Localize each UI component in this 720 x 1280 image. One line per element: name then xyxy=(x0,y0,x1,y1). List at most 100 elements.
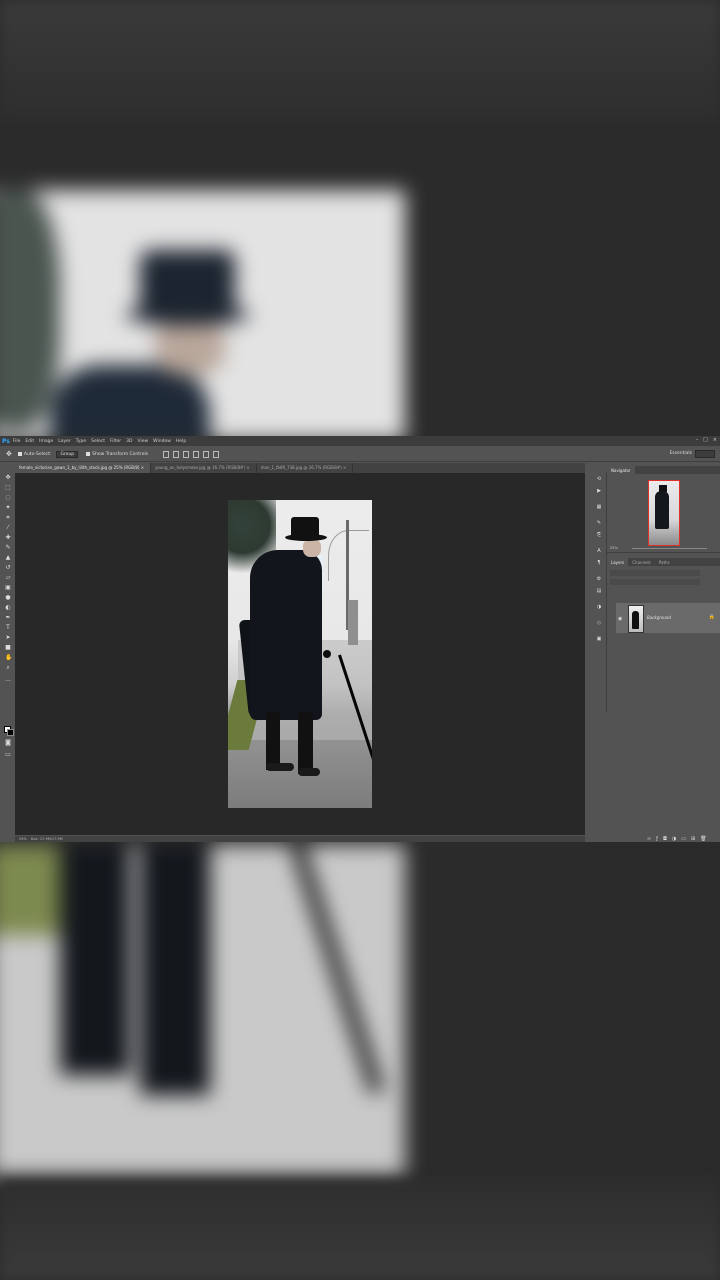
menu-3d[interactable]: 3D xyxy=(126,439,132,444)
navigator-panel: Navigator 25% xyxy=(607,466,720,553)
zoom-icon[interactable]: ⌕ xyxy=(5,665,11,671)
mask-icon[interactable]: ◘ xyxy=(663,836,667,842)
quick-mask-icon[interactable]: ◙ xyxy=(5,740,11,746)
align-middle-icon[interactable] xyxy=(173,450,180,458)
menu-layer[interactable]: Layer xyxy=(58,439,71,444)
photo-leg xyxy=(298,712,313,774)
layers-filter-controls[interactable] xyxy=(610,570,710,590)
layer-name[interactable]: Background xyxy=(647,615,671,620)
pen-icon[interactable]: ✒ xyxy=(5,615,11,621)
libraries-icon[interactable]: ▣ xyxy=(596,636,602,642)
adjustment-layer-icon[interactable]: ◑ xyxy=(672,836,676,842)
eraser-icon[interactable]: ▱ xyxy=(5,575,11,581)
navigator-zoom-slider[interactable] xyxy=(632,548,707,549)
healing-icon[interactable]: ✚ xyxy=(5,535,11,541)
photo-arm xyxy=(306,610,322,655)
document-image[interactable] xyxy=(228,500,372,808)
group-icon[interactable]: ▭ xyxy=(681,836,686,842)
close-button[interactable]: × xyxy=(713,437,717,443)
hand-icon[interactable]: ✋ xyxy=(5,655,12,661)
status-doc-info: Doc: 17.9M/17.9M xyxy=(30,837,63,841)
info-icon[interactable]: ▦ xyxy=(596,504,602,510)
dodge-icon[interactable]: ◐ xyxy=(5,605,11,611)
clone-source-icon[interactable]: ⎘ xyxy=(596,532,602,538)
fx-icon[interactable]: ƒ xyxy=(656,836,658,842)
blurred-photo-top xyxy=(0,190,405,440)
photo-monument xyxy=(348,600,358,645)
actions-icon[interactable]: ▶ xyxy=(596,488,602,494)
brush-presets-icon[interactable]: ✎ xyxy=(596,520,602,526)
shape-icon[interactable]: ■ xyxy=(5,645,11,651)
workspace-label[interactable]: Essentials xyxy=(669,451,692,456)
menu-view[interactable]: View xyxy=(137,439,148,444)
auto-select-dropdown[interactable]: Group xyxy=(56,450,79,458)
menu-edit[interactable]: Edit xyxy=(25,439,34,444)
options-bar: ✥ Auto-Select: Group Show Transform Cont… xyxy=(0,447,720,462)
menu-select[interactable]: Select xyxy=(91,439,105,444)
show-transform-checkbox[interactable] xyxy=(86,452,91,456)
canvas-area[interactable] xyxy=(15,473,585,835)
stamp-icon[interactable]: ▲ xyxy=(5,555,11,561)
photoshop-window: Ps File Edit Image Layer Type Select Fil… xyxy=(0,436,720,842)
background-color-swatch[interactable] xyxy=(7,729,14,736)
swatches-icon[interactable]: ▤ xyxy=(596,588,602,594)
align-right-icon[interactable] xyxy=(213,450,220,458)
type-icon[interactable]: T xyxy=(5,625,11,631)
menu-help[interactable]: Help xyxy=(176,439,186,444)
align-left-icon[interactable] xyxy=(193,450,200,458)
align-bottom-icon[interactable] xyxy=(183,450,190,458)
tab-layers[interactable]: Layers xyxy=(607,558,629,566)
layers-footer: ∞ ƒ ◘ ◑ ▭ ⊞ 🗑 xyxy=(647,836,707,842)
screen-mode-icon[interactable]: ▭ xyxy=(5,752,11,758)
menu-file[interactable]: File xyxy=(13,439,21,444)
link-icon[interactable]: ∞ xyxy=(647,836,651,842)
move-icon[interactable]: ✥ xyxy=(5,475,11,481)
document-tabs: female_victorian_gown_1_by_lilith_stock.… xyxy=(15,463,585,473)
align-center-icon[interactable] xyxy=(203,450,210,458)
doc-tab[interactable]: young_an_holysmoke.jpg @ 16.7% (RGB/8#) … xyxy=(151,463,257,473)
minimize-button[interactable]: – xyxy=(696,437,699,443)
doc-tab-active[interactable]: female_victorian_gown_1_by_lilith_stock.… xyxy=(15,463,152,473)
path-select-icon[interactable]: ➤ xyxy=(5,635,11,641)
workspace-dropdown[interactable] xyxy=(695,450,715,458)
history-brush-icon[interactable]: ↺ xyxy=(5,565,11,571)
marquee-icon[interactable]: ⬚ xyxy=(5,485,11,491)
navigator-zoom[interactable]: 25% xyxy=(610,546,618,550)
eyedropper-icon[interactable]: ⁄ xyxy=(5,525,11,531)
character-icon[interactable]: A xyxy=(596,548,602,554)
brush-icon[interactable]: ✎ xyxy=(5,545,11,551)
blur-icon[interactable]: ● xyxy=(5,595,11,601)
maximize-button[interactable]: □ xyxy=(703,437,708,443)
adjustments-icon[interactable]: ◑ xyxy=(596,604,602,610)
crop-icon[interactable]: ⌗ xyxy=(5,515,11,521)
tab-channels[interactable]: Channels xyxy=(628,558,655,566)
tool-presets-icon[interactable]: ⚙ xyxy=(596,576,602,582)
layers-tabstrip: Layers Channels Paths xyxy=(607,558,720,566)
history-icon[interactable]: ⟲ xyxy=(596,476,602,482)
paragraph-icon[interactable]: ¶ xyxy=(596,560,602,566)
layer-row[interactable]: ◉ Background 🔒 xyxy=(616,603,720,633)
lasso-icon[interactable]: ◌ xyxy=(5,495,11,501)
menu-type[interactable]: Type xyxy=(76,439,86,444)
status-zoom[interactable]: 25% xyxy=(19,837,27,841)
menu-window[interactable]: Window xyxy=(153,439,171,444)
new-layer-icon[interactable]: ⊞ xyxy=(691,836,695,842)
menu-image[interactable]: Image xyxy=(39,439,53,444)
magic-wand-icon[interactable]: ✦ xyxy=(5,505,11,511)
menu-filter[interactable]: Filter xyxy=(110,439,121,444)
move-icon[interactable]: ✥ xyxy=(6,450,12,458)
photo-shoe xyxy=(266,763,294,771)
eye-icon[interactable]: ◉ xyxy=(618,616,622,622)
tab-paths[interactable]: Paths xyxy=(655,558,674,566)
photo-leg xyxy=(266,712,280,770)
more-tools-icon[interactable]: … xyxy=(5,677,11,683)
trash-icon[interactable]: 🗑 xyxy=(700,836,706,842)
doc-tab[interactable]: man_1_fb89_738.jpg @ 16.7% (RGB/8#) × xyxy=(256,463,354,473)
auto-select-checkbox[interactable] xyxy=(17,452,22,456)
styles-icon[interactable]: ◇ xyxy=(596,620,602,626)
navigator-preview[interactable] xyxy=(648,480,680,546)
tab-navigator[interactable]: Navigator xyxy=(607,466,635,474)
align-top-icon[interactable] xyxy=(163,450,170,458)
gradient-icon[interactable]: ▣ xyxy=(5,585,11,591)
blurred-hat-brim xyxy=(125,305,250,325)
